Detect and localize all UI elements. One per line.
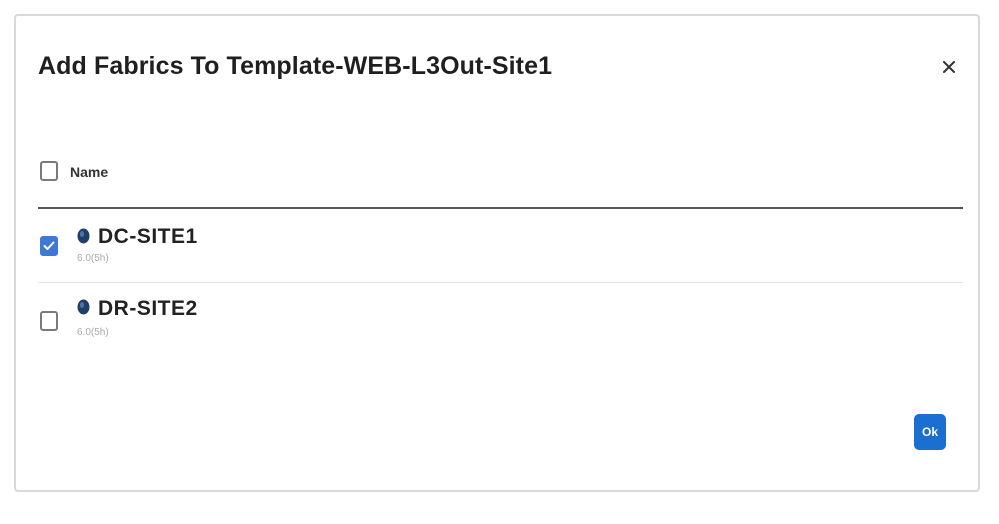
- fabric-version-dc-site1: 6.0(5h): [77, 253, 109, 264]
- select-all-checkbox[interactable]: [40, 161, 58, 181]
- add-fabrics-dialog: Add Fabrics To Template-WEB-L3Out-Site1 …: [14, 14, 980, 492]
- header-divider: [38, 207, 963, 209]
- fabric-checkbox-dc-site1[interactable]: [40, 236, 58, 256]
- fabric-checkbox-dr-site2[interactable]: [40, 311, 58, 331]
- name-column-header: Name: [70, 164, 109, 180]
- checkmark-icon: [43, 241, 55, 250]
- dialog-title: Add Fabrics To Template-WEB-L3Out-Site1: [38, 52, 553, 80]
- page: Add Fabrics To Template-WEB-L3Out-Site1 …: [0, 0, 999, 524]
- fabric-version-dr-site2: 6.0(5h): [77, 327, 109, 338]
- fabric-name-dc-site1[interactable]: DC-SITE1: [98, 225, 198, 249]
- row-divider: [38, 282, 963, 283]
- close-button[interactable]: [938, 56, 960, 78]
- fabric-site-icon: [77, 299, 90, 315]
- fabric-site-icon: [77, 228, 90, 244]
- ok-button[interactable]: Ok: [914, 414, 946, 450]
- fabric-name-dr-site2[interactable]: DR-SITE2: [98, 297, 198, 321]
- close-icon: [943, 61, 955, 73]
